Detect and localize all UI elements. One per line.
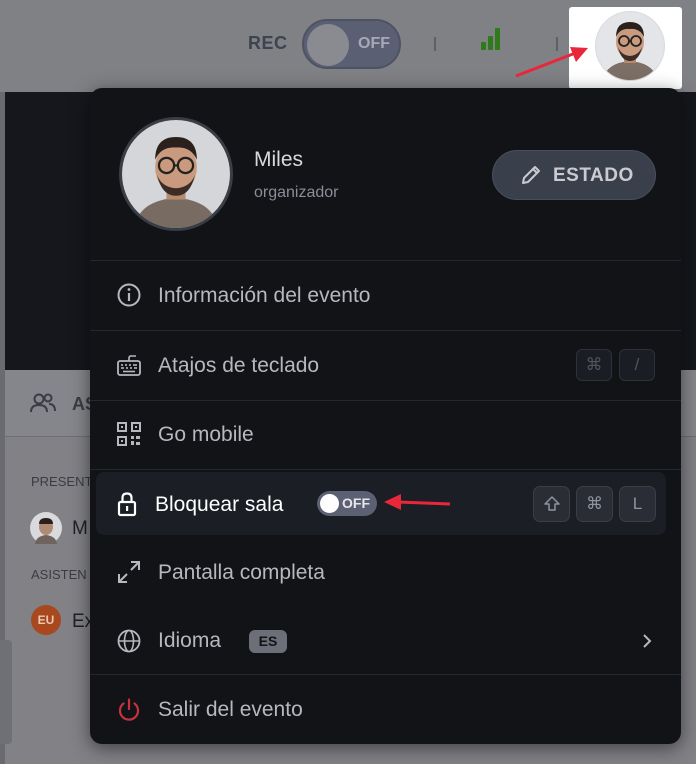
menu-item-label: Información del evento xyxy=(158,284,371,307)
menu-item-keyboard-shortcuts[interactable]: Atajos de teclado ⌘ / xyxy=(90,331,681,399)
menu-item-label: Pantalla completa xyxy=(158,561,325,584)
keyboard-icon xyxy=(117,355,141,376)
menu-item-label: Salir del evento xyxy=(158,698,303,721)
presenter-name: M xyxy=(72,518,88,539)
rec-toggle[interactable]: OFF xyxy=(302,19,401,69)
topbar-divider xyxy=(434,37,436,51)
pencil-icon xyxy=(522,166,540,184)
avatar[interactable] xyxy=(595,11,665,81)
menu-item-go-mobile[interactable]: Go mobile xyxy=(90,401,681,469)
lock-icon xyxy=(117,492,137,517)
shortcut-key-slash: / xyxy=(619,349,655,381)
presenter-avatar xyxy=(30,512,62,544)
menu-item-fullscreen[interactable]: Pantalla completa xyxy=(90,540,681,604)
shift-icon xyxy=(543,496,560,511)
menu-item-language[interactable]: Idioma xyxy=(90,608,681,674)
attendees-icon xyxy=(30,393,56,413)
menu-item-leave-event[interactable]: Salir del evento xyxy=(90,675,681,744)
menu-item-label: Go mobile xyxy=(158,423,254,446)
shortcut-key-shift xyxy=(533,486,570,522)
attendees-heading: ASISTEN xyxy=(31,567,87,582)
profile-role: organizador xyxy=(254,184,339,201)
expand-icon xyxy=(118,561,140,583)
attendee-avatar: EU xyxy=(31,605,61,635)
profile-name: Miles xyxy=(254,148,304,171)
power-icon xyxy=(118,698,140,721)
status-button[interactable]: ESTADO xyxy=(492,150,656,200)
menu-item-event-info[interactable]: Información del evento xyxy=(90,261,681,329)
chevron-right-icon xyxy=(643,634,652,648)
rec-toggle-state: OFF xyxy=(358,35,390,52)
annotation-arrow xyxy=(384,494,451,510)
info-icon xyxy=(117,283,141,307)
rec-toggle-knob xyxy=(307,24,349,66)
rec-label: REC xyxy=(248,33,288,53)
qr-code-icon xyxy=(117,422,141,446)
status-button-label: ESTADO xyxy=(553,165,634,186)
shortcut-key-l: L xyxy=(619,486,656,522)
annotation-arrow xyxy=(515,47,588,78)
lock-room-toggle-knob xyxy=(320,494,339,513)
profile-avatar xyxy=(119,117,233,231)
signal-strength-icon xyxy=(481,28,507,50)
shortcut-key-command: ⌘ xyxy=(576,486,613,522)
menu-item-label: Idioma xyxy=(158,629,222,652)
language-badge: ES xyxy=(249,630,287,653)
lock-room-toggle-state: OFF xyxy=(342,495,370,511)
globe-icon xyxy=(117,629,141,653)
presenters-heading: PRESENT xyxy=(31,474,93,489)
shortcut-key-command: ⌘ xyxy=(576,349,612,381)
menu-divider xyxy=(90,469,681,470)
scroll-handle[interactable] xyxy=(0,640,12,744)
profile-menu: Miles organizador ESTADO Información del… xyxy=(90,88,681,744)
menu-item-label: Atajos de teclado xyxy=(158,354,320,377)
lock-room-toggle[interactable]: OFF xyxy=(317,491,377,516)
lock-room-label: Bloquear sala xyxy=(155,493,284,516)
